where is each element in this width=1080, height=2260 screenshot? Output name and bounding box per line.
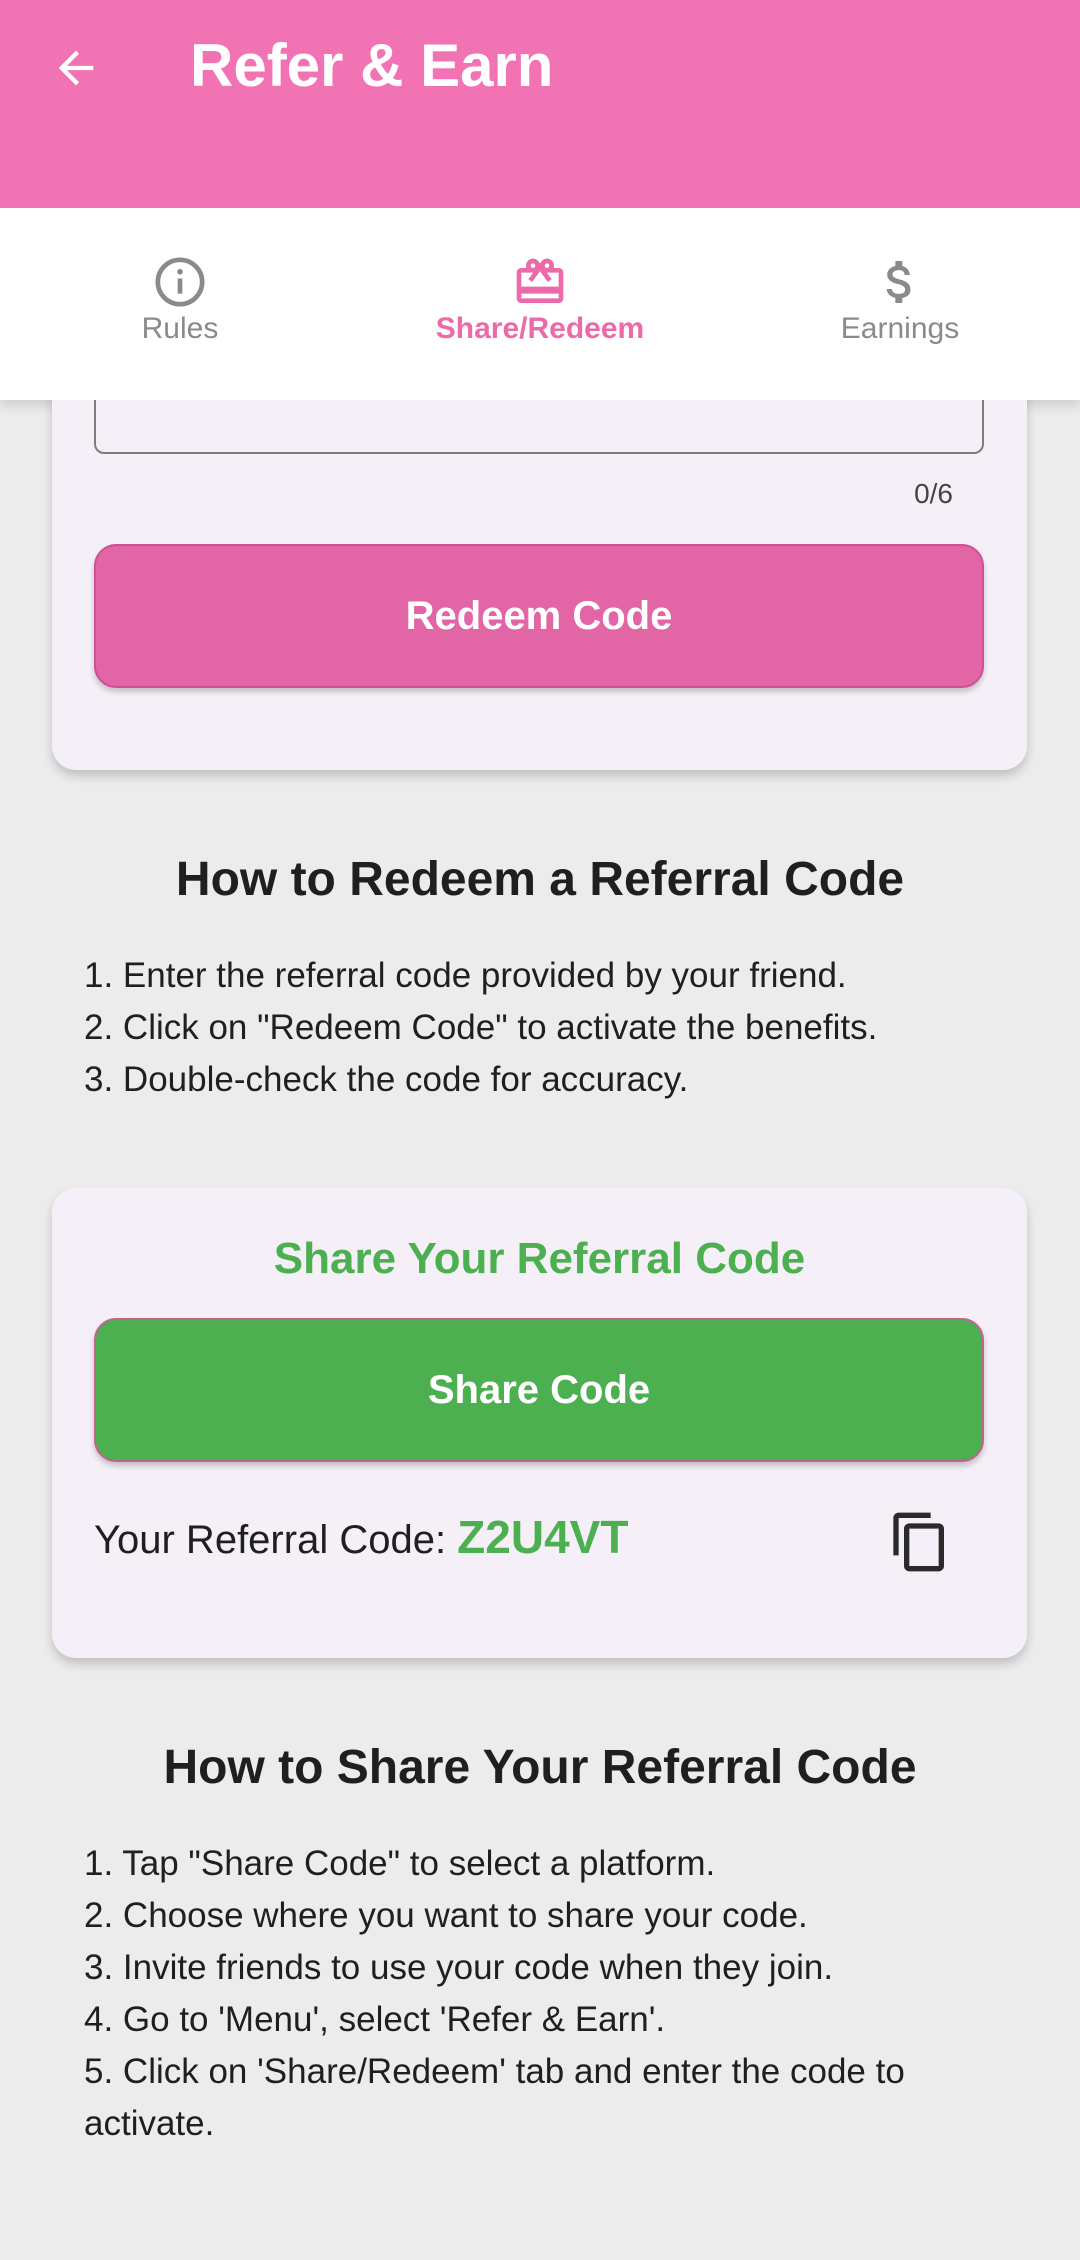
list-item: 5. Click on 'Share/Redeem' tab and enter…	[84, 2052, 905, 2143]
referral-code-input[interactable]	[94, 400, 984, 454]
list-item: 2. Choose where you want to share your c…	[84, 1896, 808, 1935]
page-title: Refer & Earn	[190, 32, 554, 99]
share-help-title: How to Share Your Referral Code	[163, 1741, 917, 1794]
info-icon	[155, 257, 205, 307]
redeem-card: 0/6 Redeem Code	[52, 400, 1027, 770]
referral-code-value: Z2U4VT	[457, 1511, 629, 1563]
list-item: 3. Double-check the code for accuracy.	[84, 1060, 689, 1099]
character-counter: 0/6	[914, 478, 953, 509]
copy-icon[interactable]	[888, 1506, 952, 1578]
tab-rules[interactable]: Rules	[0, 208, 360, 400]
tab-bar: Rules Share/Redeem Earnings	[0, 208, 1080, 400]
list-item: 1. Tap "Share Code" to select a platform…	[84, 1844, 716, 1883]
redeem-help-title: How to Redeem a Referral Code	[175, 853, 905, 906]
referral-code-row: Your Referral Code: Z2U4VT	[94, 1510, 628, 1564]
redeem-steps-list: 1. Enter the referral code provided by y…	[84, 950, 1004, 1106]
arrow-back-icon	[58, 50, 94, 86]
share-redeem-content[interactable]: 0/6 Redeem Code How to Redeem a Referral…	[0, 400, 1080, 2260]
back-button[interactable]	[40, 32, 112, 104]
tab-earnings[interactable]: Earnings	[720, 208, 1080, 400]
share-card: Share Your Referral Code Share Code Your…	[52, 1188, 1027, 1658]
share-steps-list: 1. Tap "Share Code" to select a platform…	[84, 1838, 1004, 2150]
referral-code-label: Your Referral Code:	[94, 1518, 458, 1562]
list-item: 1. Enter the referral code provided by y…	[84, 956, 847, 995]
redeem-code-button[interactable]: Redeem Code	[94, 544, 984, 688]
tab-share-redeem[interactable]: Share/Redeem	[360, 208, 720, 400]
app-bar: Refer & Earn	[0, 0, 1080, 208]
gift-icon	[516, 258, 564, 303]
list-item: 4. Go to 'Menu', select 'Refer & Earn'.	[84, 2000, 666, 2039]
tab-label: Rules	[141, 312, 219, 345]
list-item: 3. Invite friends to use your code when …	[84, 1948, 834, 1987]
list-item: 2. Click on "Redeem Code" to activate th…	[84, 1008, 878, 1047]
dollar-icon	[886, 261, 911, 303]
share-card-title: Share Your Referral Code	[273, 1234, 806, 1283]
tab-label: Earnings	[840, 312, 960, 345]
share-code-button[interactable]: Share Code	[94, 1318, 984, 1462]
tab-label: Share/Redeem	[435, 312, 645, 345]
